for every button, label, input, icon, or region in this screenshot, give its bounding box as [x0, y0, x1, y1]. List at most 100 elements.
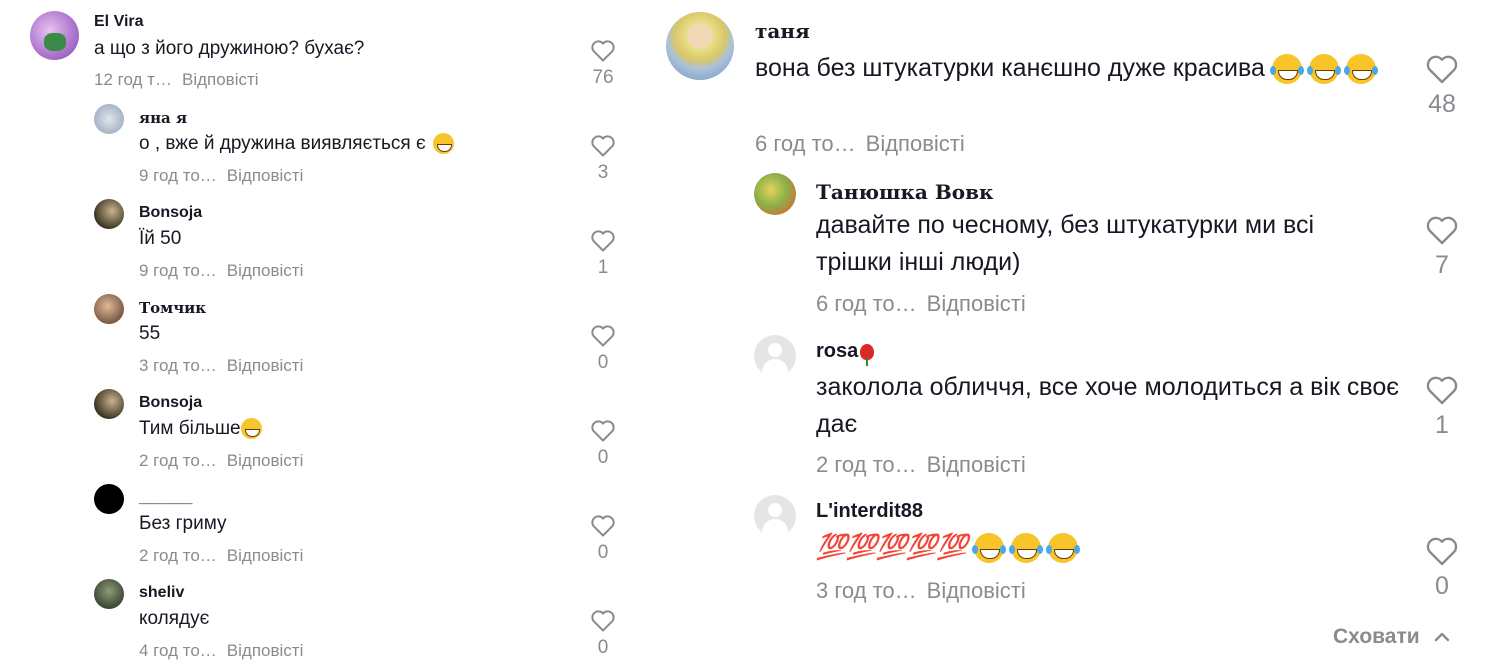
comment-author[interactable]: sheliv [139, 584, 184, 602]
like-count: 0 [597, 352, 609, 373]
heart-icon [1426, 55, 1458, 84]
hide-replies-button[interactable]: Сховати [1333, 625, 1450, 649]
reply-button[interactable]: Відповісті [927, 452, 1026, 477]
grinning-sweat-emoji [240, 418, 262, 440]
avatar[interactable] [754, 495, 796, 537]
like-button[interactable]: 48 [1420, 55, 1464, 119]
tears-of-joy-emoji [1343, 54, 1378, 85]
hide-label: Сховати [1333, 625, 1420, 648]
comment-time: 4 год то… [139, 641, 217, 660]
reply-button[interactable]: Відповісті [227, 261, 304, 280]
reply-item: L'interdit88 💯💯💯💯💯 3 год то… Відповісті 0 [640, 490, 1505, 620]
avatar[interactable] [754, 173, 796, 215]
comment-author[interactable]: яна я [139, 109, 187, 127]
comment-time: 9 год то… [139, 166, 217, 185]
like-count: 48 [1428, 90, 1456, 118]
reply-button[interactable]: Відповісті [182, 70, 259, 89]
comment-text: вона без штукатурки канєшно дуже красива [755, 50, 1395, 87]
comment-author[interactable]: Томчик [139, 299, 206, 317]
like-count: 0 [597, 637, 609, 658]
like-button[interactable]: 0 [586, 420, 620, 469]
comment-time: 6 год то… [816, 291, 917, 316]
comment-time: 12 год т… [94, 70, 172, 89]
like-count: 0 [597, 542, 609, 563]
tears-of-joy-emoji [971, 533, 1006, 564]
comment-item: таня вона без штукатурки канєшно дуже кр… [640, 0, 1505, 170]
hundred-points-emoji: 💯💯💯💯💯 [816, 533, 968, 561]
avatar[interactable] [666, 12, 734, 80]
avatar[interactable] [94, 579, 124, 609]
comment-author[interactable]: Bonsoja [139, 394, 202, 412]
heart-icon [591, 135, 615, 157]
reply-item: Танюшка Вовк давайте по чесному, без шту… [640, 170, 1505, 330]
like-button[interactable]: 1 [586, 230, 620, 279]
avatar[interactable] [94, 199, 124, 229]
comment-meta: 12 год т… Відповісті [94, 70, 259, 90]
tears-of-joy-emoji [1045, 533, 1080, 564]
comment-author[interactable]: L'interdit88 [816, 500, 923, 523]
heart-icon [591, 420, 615, 442]
reply-button[interactable]: Відповісті [227, 451, 304, 470]
like-count: 76 [592, 67, 614, 88]
tears-of-joy-emoji [1269, 54, 1304, 85]
comment-text: а що з його дружиною? бухає? [94, 38, 365, 59]
like-button[interactable]: 7 [1420, 216, 1464, 280]
comment-item: El Vira а що з його дружиною? бухає? 12 … [0, 0, 640, 100]
comment-time: 6 год то… [755, 131, 856, 156]
avatar[interactable] [754, 335, 796, 377]
like-button[interactable]: 1 [1420, 376, 1464, 440]
comment-text: давайте по чесному, без штукатурки ми вс… [816, 211, 1315, 276]
avatar[interactable] [30, 11, 79, 60]
avatar[interactable] [94, 294, 124, 324]
heart-icon [591, 325, 615, 347]
like-button[interactable]: 3 [586, 135, 620, 184]
reply-button[interactable]: Відповісті [866, 131, 965, 156]
reply-button[interactable]: Відповісті [927, 578, 1026, 603]
grinning-sweat-emoji [432, 133, 454, 155]
like-button[interactable]: 0 [586, 610, 620, 659]
comment-text: Без гриму [139, 513, 227, 534]
comment-author[interactable]: таня [755, 19, 810, 43]
comment-author[interactable]: rosa [816, 340, 875, 366]
like-button[interactable]: 0 [586, 515, 620, 564]
heart-icon [1426, 376, 1458, 405]
comment-meta: 4 год то… Відповісті [139, 641, 303, 661]
avatar[interactable] [94, 389, 124, 419]
comment-meta: 9 год то… Відповісті [139, 261, 303, 281]
like-count: 7 [1435, 251, 1449, 279]
like-button[interactable]: 0 [1420, 537, 1464, 601]
comment-text: о , вже й дружина виявляється є [139, 133, 454, 155]
reply-item: rosa заколола обличчя, все хоче молодить… [640, 330, 1505, 490]
reply-button[interactable]: Відповісті [927, 291, 1026, 316]
comment-author[interactable]: Танюшка Вовк [816, 180, 993, 204]
comment-meta: 9 год то… Відповісті [139, 166, 303, 186]
like-count: 1 [597, 257, 609, 278]
reply-button[interactable]: Відповісті [227, 641, 304, 660]
comment-text: заколола обличчя, все хоче молодиться а … [816, 373, 1400, 438]
tears-of-joy-emoji [1008, 533, 1043, 564]
like-button[interactable]: 76 [586, 40, 620, 89]
like-button[interactable]: 0 [586, 325, 620, 374]
comment-author[interactable]: ______ [139, 489, 192, 507]
comment-text: Їй 50 [139, 228, 182, 249]
reply-button[interactable]: Відповісті [227, 166, 304, 185]
reply-button[interactable]: Відповісті [227, 546, 304, 565]
reply-item: sheliv колядує 4 год то… Відповісті 0 [0, 575, 640, 669]
comment-author[interactable]: Bonsoja [139, 204, 202, 222]
reply-item: Томчик 55 3 год то… Відповісті 0 [0, 290, 640, 385]
like-count: 0 [597, 447, 609, 468]
comment-time: 2 год то… [139, 451, 217, 470]
heart-icon [591, 515, 615, 537]
avatar[interactable] [94, 104, 124, 134]
reply-button[interactable]: Відповісті [227, 356, 304, 375]
comment-meta: 2 год то… Відповісті [139, 546, 303, 566]
comment-time: 9 год то… [139, 261, 217, 280]
comment-meta: 2 год то… Відповісті [139, 451, 303, 471]
comment-author[interactable]: El Vira [94, 13, 144, 31]
comment-meta: 3 год то… Відповісті [816, 578, 1026, 604]
comment-time: 3 год то… [816, 578, 917, 603]
rose-emoji [860, 343, 875, 366]
avatar[interactable] [94, 484, 124, 514]
heart-icon [591, 610, 615, 632]
comment-meta: 6 год то… Відповісті [816, 291, 1026, 317]
